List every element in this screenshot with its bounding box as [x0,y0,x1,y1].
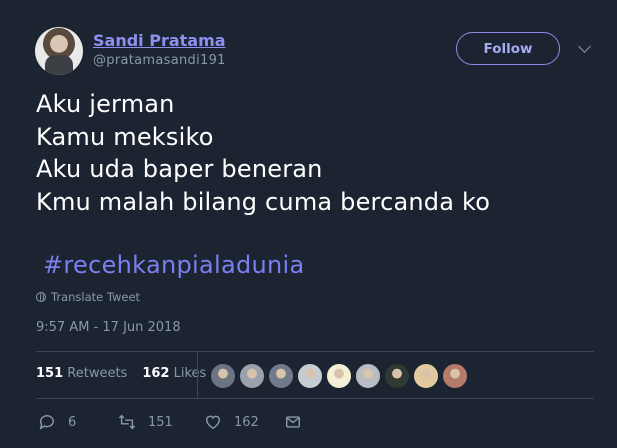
envelope-icon [285,416,301,428]
retweet-icon [118,414,136,430]
engagement-stats: 151 Retweets 162 Likes [36,366,206,381]
likes-count: 162 [142,366,170,381]
likes-label: Likes [173,366,207,381]
tweet-line: Kamu meksiko [36,122,214,151]
liker-avatar[interactable] [326,363,352,389]
hashtag-link[interactable]: #recehkanpialadunia [43,251,305,279]
tweet-actions: 6 151 162 [38,413,302,431]
liker-avatar[interactable] [442,363,468,389]
divider [197,352,198,398]
reply-icon [39,415,54,430]
user-display-name[interactable]: Sandi Pratama [93,31,226,50]
user-avatar[interactable] [35,27,83,75]
retweets-count: 151 [36,366,64,381]
like-button[interactable]: 162 [204,413,284,431]
retweet-button[interactable]: 151 [118,413,204,431]
like-count: 162 [234,414,259,430]
heart-icon [205,415,221,430]
follow-button[interactable]: Follow [456,32,560,65]
divider [36,351,594,352]
globe-icon [36,292,46,302]
tweet-timestamp[interactable]: 9:57 AM - 17 Jun 2018 [36,320,181,335]
reply-count: 6 [68,414,77,430]
liker-avatar[interactable] [239,363,265,389]
translate-label: Translate Tweet [51,290,141,304]
retweet-count: 151 [148,414,173,430]
translate-tweet-link[interactable]: Translate Tweet [36,290,140,304]
liker-avatars [210,363,468,389]
divider [36,398,594,399]
liker-avatar[interactable] [355,363,381,389]
retweets-stat[interactable]: 151 Retweets [36,366,127,381]
direct-message-button[interactable] [284,413,302,431]
liker-avatar[interactable] [384,363,410,389]
tweet-text: Aku jerman Kamu meksiko Aku uda baper be… [36,88,490,218]
liker-avatar[interactable] [210,363,236,389]
retweets-label: Retweets [67,366,128,381]
liker-avatar[interactable] [413,363,439,389]
tweet-line: Kmu malah bilang cuma bercanda ko [36,187,491,216]
liker-avatar[interactable] [297,363,323,389]
user-handle: @pratamasandi191 [93,53,226,68]
tweet-line: Aku jerman [36,90,175,118]
chevron-down-icon[interactable] [578,40,591,53]
reply-button[interactable]: 6 [38,413,118,431]
liker-avatar[interactable] [268,363,294,389]
tweet-line: Aku uda baper beneran [36,155,323,183]
